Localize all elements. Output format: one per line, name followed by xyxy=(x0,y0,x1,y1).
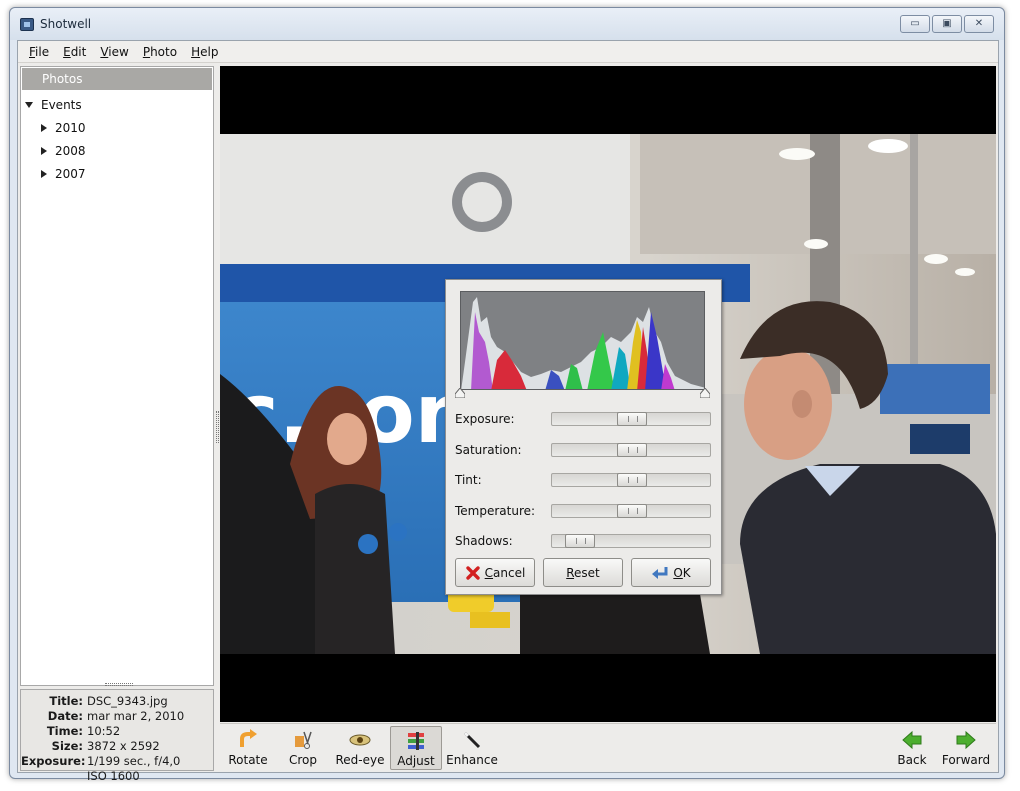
expander-closed-icon[interactable] xyxy=(41,147,47,155)
temperature-row: Temperature: xyxy=(455,500,713,522)
black-point-handle[interactable] xyxy=(455,388,465,398)
menu-bar: File Edit View Photo Help xyxy=(18,41,998,63)
exposure-slider-thumb[interactable] xyxy=(617,412,647,426)
temperature-label: Temperature: xyxy=(455,504,536,518)
sidebar-item-label: 2010 xyxy=(55,121,86,135)
forward-button[interactable]: Forward xyxy=(940,726,992,770)
shotwell-app-icon xyxy=(20,18,34,31)
info-time-label: Time: xyxy=(46,724,83,738)
adjust-button[interactable]: Adjust xyxy=(390,726,442,770)
rotate-label: Rotate xyxy=(228,753,268,767)
shadows-row: Shadows: xyxy=(455,530,713,552)
tint-label: Tint: xyxy=(455,473,482,487)
expander-closed-icon[interactable] xyxy=(41,170,47,178)
histogram xyxy=(460,291,705,390)
info-title-value: DSC_9343.jpg xyxy=(87,694,168,708)
info-title-label: Title: xyxy=(49,694,83,708)
back-button[interactable]: Back xyxy=(894,726,930,770)
forward-label: Forward xyxy=(941,753,991,767)
maximize-button[interactable]: ▣ xyxy=(932,15,962,33)
cancel-button[interactable]: Cancel xyxy=(455,558,535,587)
shadows-label: Shadows: xyxy=(455,534,513,548)
adjust-icon xyxy=(408,732,424,750)
rotate-button[interactable]: Rotate xyxy=(226,726,270,770)
shadows-slider-thumb[interactable] xyxy=(565,534,595,548)
sidebar: Photos Events 2010 2008 2007 xyxy=(20,66,214,686)
sidebar-item-label: 2007 xyxy=(55,167,86,181)
window-title: Shotwell xyxy=(40,17,92,31)
enhance-button[interactable]: Enhance xyxy=(446,726,498,770)
back-arrow-icon xyxy=(902,730,922,750)
forward-arrow-icon xyxy=(956,730,976,750)
menu-edit[interactable]: Edit xyxy=(56,45,93,59)
saturation-row: Saturation: xyxy=(455,439,713,461)
sidebar-item-photos[interactable]: Photos xyxy=(22,68,212,90)
red-eye-label: Red-eye xyxy=(335,753,385,767)
info-size-value: 3872 x 2592 xyxy=(87,739,160,753)
title-bar[interactable]: Shotwell ▭ ▣ ✕ xyxy=(10,8,1004,40)
pane-resize-grip[interactable] xyxy=(105,683,133,686)
menu-help[interactable]: Help xyxy=(184,45,225,59)
adjust-label: Adjust xyxy=(397,754,435,768)
info-date-value: mar mar 2, 2010 xyxy=(87,709,185,723)
red-eye-button[interactable]: Red-eye xyxy=(334,726,386,770)
app-window: Shotwell ▭ ▣ ✕ File Edit View Photo Help… xyxy=(9,7,1005,783)
exposure-row: Exposure: xyxy=(455,408,713,430)
info-exposure-value: 1/199 sec., f/4,0 xyxy=(87,754,181,768)
info-date-label: Date: xyxy=(47,709,83,723)
tint-slider[interactable] xyxy=(551,473,711,487)
rotate-icon xyxy=(240,729,257,747)
menu-file[interactable]: File xyxy=(22,45,56,59)
white-point-handle[interactable] xyxy=(700,388,710,398)
sidebar-item-label: 2008 xyxy=(55,144,86,158)
crop-button[interactable]: Crop xyxy=(286,726,320,770)
saturation-label: Saturation: xyxy=(455,443,522,457)
temperature-slider[interactable] xyxy=(551,504,711,518)
magic-wand-icon xyxy=(463,731,481,749)
crop-label: Crop xyxy=(288,753,317,767)
client-area: File Edit View Photo Help Photos Events … xyxy=(17,40,999,783)
info-time-value: 10:52 xyxy=(87,724,121,738)
sidebar-item-2007[interactable]: 2007 xyxy=(41,167,86,181)
expander-open-icon[interactable] xyxy=(25,102,33,108)
shadows-slider[interactable] xyxy=(551,534,711,548)
exposure-label: Exposure: xyxy=(455,412,515,426)
info-size-label: Size: xyxy=(51,739,83,753)
tint-row: Tint: xyxy=(455,469,713,491)
expander-closed-icon[interactable] xyxy=(41,124,47,132)
tint-slider-thumb[interactable] xyxy=(617,473,647,487)
info-iso-value: ISO 1600 xyxy=(87,769,140,783)
cancel-x-icon xyxy=(465,565,480,580)
photo-info-panel: Title: DSC_9343.jpg Date: mar mar 2, 2010 … xyxy=(20,689,214,783)
bottom-toolbar: Rotate Crop Red-eye Adjust Enhance Back xyxy=(220,723,996,772)
saturation-slider-thumb[interactable] xyxy=(617,443,647,457)
pane-splitter[interactable] xyxy=(216,411,219,443)
sidebar-item-label: Events xyxy=(41,98,82,112)
back-label: Back xyxy=(897,753,927,767)
reset-button[interactable]: Reset xyxy=(543,558,623,587)
info-exposure-label: Exposure: xyxy=(21,754,86,768)
ok-button[interactable]: OK xyxy=(631,558,711,587)
minimize-button[interactable]: ▭ xyxy=(900,15,930,33)
eye-icon xyxy=(349,734,371,746)
temperature-slider-thumb[interactable] xyxy=(617,504,647,518)
sidebar-item-events[interactable]: Events xyxy=(25,98,82,112)
saturation-slider[interactable] xyxy=(551,443,711,457)
return-arrow-icon xyxy=(652,566,668,579)
enhance-label: Enhance xyxy=(446,753,498,767)
menu-photo[interactable]: Photo xyxy=(136,45,184,59)
sidebar-item-2008[interactable]: 2008 xyxy=(41,144,86,158)
sidebar-item-2010[interactable]: 2010 xyxy=(41,121,86,135)
close-button[interactable]: ✕ xyxy=(964,15,994,33)
menu-view[interactable]: View xyxy=(93,45,135,59)
adjust-dialog: Exposure: Saturation: Tint: Temperature:… xyxy=(445,279,722,595)
crop-icon xyxy=(295,731,312,749)
exposure-slider[interactable] xyxy=(551,412,711,426)
